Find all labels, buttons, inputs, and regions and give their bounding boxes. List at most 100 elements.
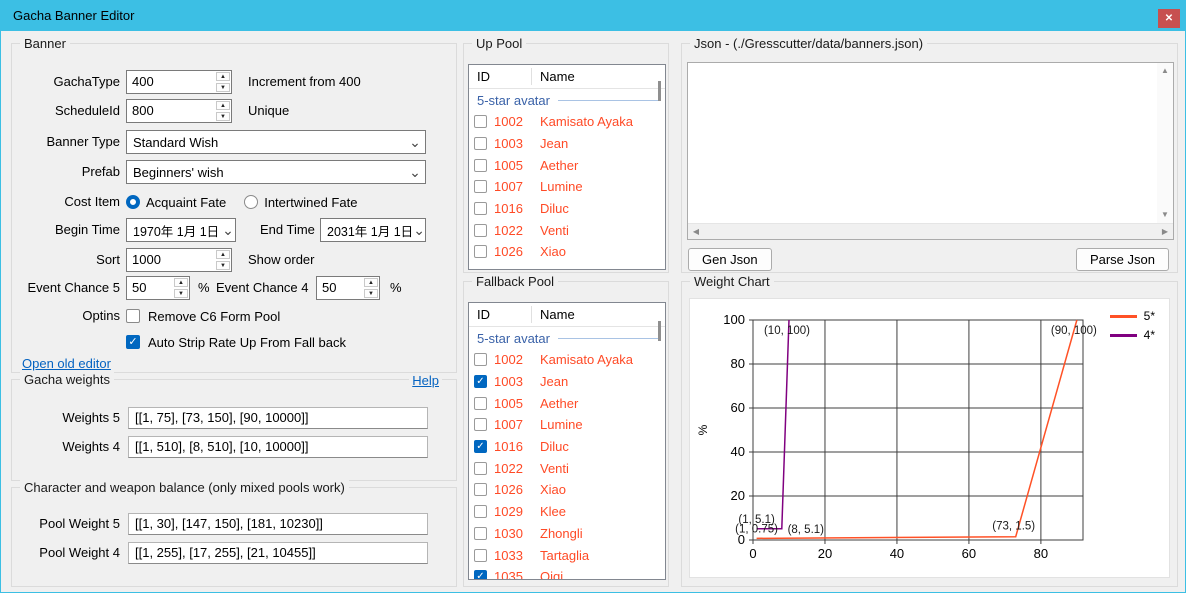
scrollbar-thumb[interactable]	[658, 81, 661, 101]
row-name: Jean	[540, 374, 568, 389]
pool-row[interactable]: ✓1003Jean	[469, 371, 665, 393]
weights-4-input[interactable]: [[1, 510], [8, 510], [10, 10000]]	[128, 436, 428, 458]
up-pool-header: ID Name	[469, 65, 665, 89]
pool-row[interactable]: 1005Aether	[469, 154, 665, 176]
id-column-header: ID	[477, 69, 490, 84]
json-textarea[interactable]: ▲ ▼ ◀ ▶	[687, 62, 1174, 240]
pool-row[interactable]: 1026Xiao	[469, 479, 665, 501]
gachatype-label: GachaType	[16, 70, 120, 94]
svg-text:%: %	[696, 424, 710, 435]
end-time-value: 2031年 1月 1日	[321, 221, 413, 240]
parse-json-button[interactable]: Parse Json	[1076, 248, 1169, 271]
pool-weight-4-input[interactable]: [[1, 255], [17, 255], [21, 10455]]	[128, 542, 428, 564]
column-separator	[531, 306, 532, 323]
spin-down-icon[interactable]: ▼	[216, 83, 230, 92]
spin-down-icon[interactable]: ▼	[174, 289, 188, 298]
pool-row[interactable]: 1030Zhongli	[469, 523, 665, 545]
row-checkbox[interactable]: ✓	[474, 440, 487, 453]
horizontal-scrollbar[interactable]: ◀ ▶	[688, 223, 1173, 239]
row-id: 1022	[494, 461, 534, 476]
row-checkbox[interactable]	[474, 505, 487, 518]
spin-up-icon[interactable]: ▲	[216, 72, 230, 81]
row-checkbox[interactable]: ✓	[474, 375, 487, 388]
spin-down-icon[interactable]: ▼	[216, 261, 230, 270]
row-checkbox[interactable]	[474, 483, 487, 496]
row-checkbox[interactable]	[474, 462, 487, 475]
end-time-label: End Time	[260, 218, 315, 242]
pool-row[interactable]: ✓1016Diluc	[469, 436, 665, 458]
legend-line-icon	[1110, 315, 1137, 318]
pool-row[interactable]: 1002Kamisato Ayaka	[469, 349, 665, 371]
begin-time-picker[interactable]: 1970年 1月 1日 ⌄	[126, 218, 236, 242]
pool-section-header[interactable]: 5-star avatar	[469, 327, 665, 349]
scheduleid-input[interactable]: 800 ▲ ▼	[126, 99, 232, 123]
column-separator	[531, 68, 532, 85]
banner-type-select[interactable]: Standard Wish ⌄	[126, 130, 426, 154]
spin-up-icon[interactable]: ▲	[216, 250, 230, 259]
row-checkbox[interactable]	[474, 549, 487, 562]
fallback-pool-list[interactable]: ID Name 5-star avatar 1002Kamisato Ayaka…	[468, 302, 666, 580]
prefab-select[interactable]: Beginners' wish ⌄	[126, 160, 426, 184]
scroll-left-icon[interactable]: ◀	[688, 224, 704, 240]
banner-type-label: Banner Type	[16, 130, 120, 154]
scroll-right-icon[interactable]: ▶	[1157, 224, 1173, 240]
up-pool-list[interactable]: ID Name 5-star avatar 1002Kamisato Ayaka…	[468, 64, 666, 270]
pool-row[interactable]: 1003Jean	[469, 133, 665, 155]
event-chance-5-input[interactable]: 50 ▲ ▼	[126, 276, 190, 300]
gen-json-button[interactable]: Gen Json	[688, 248, 772, 271]
row-checkbox[interactable]	[474, 224, 487, 237]
scroll-up-icon[interactable]: ▲	[1157, 63, 1173, 79]
pool-weight-5-label: Pool Weight 5	[16, 513, 120, 537]
scheduleid-value: 800	[127, 100, 215, 122]
close-button[interactable]: ✕	[1158, 9, 1180, 28]
scrollbar-thumb[interactable]	[658, 321, 661, 341]
spin-up-icon[interactable]: ▲	[174, 278, 188, 287]
row-checkbox[interactable]	[474, 137, 487, 150]
auto-strip-checkbox[interactable]: ✓	[126, 335, 140, 349]
row-checkbox[interactable]	[474, 397, 487, 410]
scheduleid-label: ScheduleId	[16, 99, 120, 123]
row-checkbox[interactable]	[474, 159, 487, 172]
row-checkbox[interactable]	[474, 527, 487, 540]
vertical-scrollbar[interactable]: ▲ ▼	[1157, 63, 1173, 223]
spin-down-icon[interactable]: ▼	[216, 112, 230, 121]
scroll-down-icon[interactable]: ▼	[1157, 207, 1173, 223]
gachatype-input[interactable]: 400 ▲ ▼	[126, 70, 232, 94]
intertwined-fate-radio[interactable]	[244, 195, 258, 209]
weights-5-input[interactable]: [[1, 75], [73, 150], [90, 10000]]	[128, 407, 428, 429]
help-link[interactable]: Help	[409, 373, 442, 388]
row-checkbox[interactable]	[474, 115, 487, 128]
pool-weight-5-input[interactable]: [[1, 30], [147, 150], [181, 10230]]	[128, 513, 428, 535]
pool-row[interactable]: ✓1035Qiqi	[469, 566, 665, 580]
row-checkbox[interactable]: ✓	[474, 570, 487, 580]
json-group: Json - (./Gresscutter/data/banners.json)…	[681, 43, 1178, 273]
pool-row[interactable]: 1002Kamisato Ayaka	[469, 111, 665, 133]
sort-input[interactable]: 1000 ▲ ▼	[126, 248, 232, 272]
pool-row[interactable]: 1029Klee	[469, 501, 665, 523]
pool-row[interactable]: 1007Lumine	[469, 414, 665, 436]
event-chance-4-input[interactable]: 50 ▲ ▼	[316, 276, 380, 300]
row-checkbox[interactable]	[474, 245, 487, 258]
row-checkbox[interactable]	[474, 202, 487, 215]
svg-text:(1, 0.75): (1, 0.75)	[735, 523, 778, 535]
pool-row[interactable]: 1033Tartaglia	[469, 544, 665, 566]
spin-up-icon[interactable]: ▲	[216, 101, 230, 110]
remove-c6-checkbox[interactable]	[126, 309, 140, 323]
end-time-picker[interactable]: 2031年 1月 1日 ⌄	[320, 218, 426, 242]
spin-down-icon[interactable]: ▼	[364, 289, 378, 298]
pool-row[interactable]: 1022Venti	[469, 219, 665, 241]
pool-row[interactable]: 1022Venti	[469, 457, 665, 479]
pool-row[interactable]: 1007Lumine	[469, 176, 665, 198]
title-bar[interactable]: Gacha Banner Editor ✕	[1, 1, 1185, 31]
open-old-editor-link[interactable]: Open old editor	[22, 356, 111, 371]
svg-text:100: 100	[723, 312, 745, 327]
acquaint-fate-radio[interactable]	[126, 195, 140, 209]
spin-up-icon[interactable]: ▲	[364, 278, 378, 287]
pool-row[interactable]: 1026Xiao	[469, 241, 665, 263]
pool-row[interactable]: 1005Aether	[469, 392, 665, 414]
pool-row[interactable]: 1016Diluc	[469, 198, 665, 220]
row-checkbox[interactable]	[474, 418, 487, 431]
row-checkbox[interactable]	[474, 353, 487, 366]
pool-section-header[interactable]: 5-star avatar	[469, 89, 665, 111]
row-checkbox[interactable]	[474, 180, 487, 193]
